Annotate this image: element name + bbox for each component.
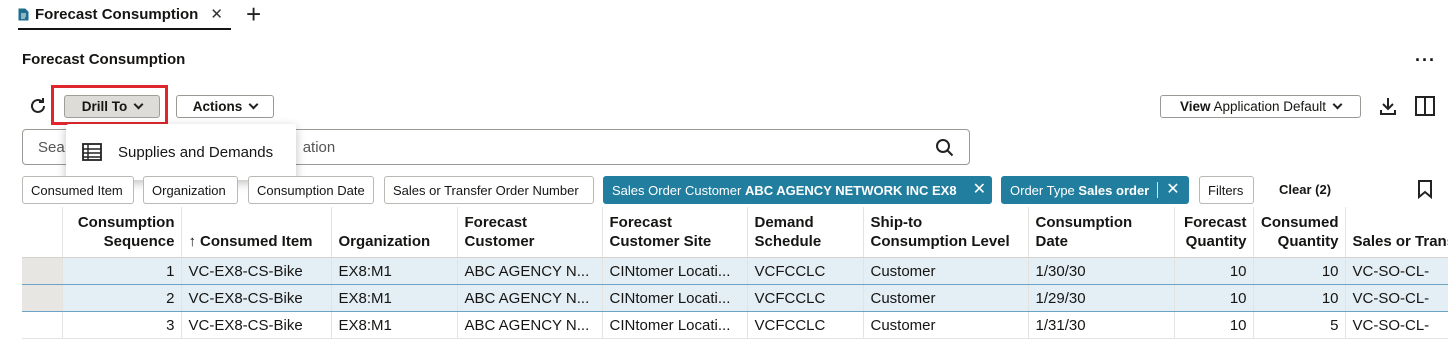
cell-org: EX8:M1: [331, 284, 458, 312]
cell-consumed-qty: 10: [1253, 284, 1346, 312]
cell-schedule: VCFCCLC: [747, 311, 864, 339]
header-label: Consumed Item: [200, 233, 313, 250]
cell-order: VC-SO-CL-: [1345, 257, 1448, 285]
drill-to-label: Drill To: [81, 99, 128, 114]
drill-to-menu-item-supplies-and-demands[interactable]: Supplies and Demands: [66, 124, 296, 180]
search-icon[interactable]: [935, 138, 955, 158]
cell-site: CINtomer Locati...: [602, 257, 748, 285]
search-text-end: ation: [302, 138, 336, 156]
view-selector[interactable]: View Application Default: [1160, 95, 1361, 118]
cell-org: EX8:M1: [331, 311, 458, 339]
cell-item: VC-EX8-CS-Bike: [181, 284, 332, 312]
chip-label: Consumption Date: [257, 182, 365, 198]
menu-item-label: Supplies and Demands: [118, 143, 274, 161]
chevron-down-icon: [248, 99, 259, 110]
more-options-icon[interactable]: ···: [1415, 50, 1436, 71]
cell-sequence: 3: [62, 311, 182, 339]
document-icon: [18, 8, 29, 21]
filter-chip-consumption-date[interactable]: Consumption Date: [248, 176, 374, 204]
cell-org: EX8:M1: [331, 257, 458, 285]
tab-forecast-consumption[interactable]: Forecast Consumption ✕: [18, 0, 231, 30]
cell-date: 1/29/30: [1028, 284, 1175, 312]
actions-button[interactable]: Actions: [176, 95, 274, 118]
column-header-consumption-date[interactable]: Consumption Date: [1028, 207, 1175, 258]
cell-item: VC-EX8-CS-Bike: [181, 311, 332, 339]
chip-label: Sales Order Customer ABC AGENCY NETWORK …: [612, 182, 957, 198]
column-header-forecast-quantity[interactable]: Forecast Quantity: [1174, 207, 1254, 258]
row-selector[interactable]: [22, 284, 63, 312]
column-header-organization[interactable]: Organization: [331, 207, 458, 258]
filter-chip-order-type[interactable]: Order Type Sales order ✕: [1001, 176, 1189, 204]
page-title: Forecast Consumption: [22, 51, 186, 68]
search-text-start: Sea: [38, 138, 65, 156]
new-tab-button[interactable]: +: [246, 1, 261, 27]
cell-consumed-qty: 10: [1253, 257, 1346, 285]
cell-consumed-qty: 5: [1253, 311, 1346, 339]
column-header-forecast-customer[interactable]: Forecast Customer: [457, 207, 603, 258]
filter-chip-organization[interactable]: Organization: [143, 176, 238, 204]
cell-customer: ABC AGENCY N...: [457, 284, 603, 312]
cell-order: VC-SO-CL-: [1345, 311, 1448, 339]
remove-filter-icon[interactable]: ✕: [1166, 182, 1179, 198]
filter-chip-sales-order-number[interactable]: Sales or Transfer Order Number: [384, 176, 594, 204]
column-header-consumption-sequence[interactable]: Consumption Sequence: [62, 207, 182, 258]
cell-date: 1/31/30: [1028, 311, 1175, 339]
column-header-demand-schedule[interactable]: Demand Schedule: [747, 207, 864, 258]
column-header-ship-to-consumption-level[interactable]: Ship-to Consumption Level: [863, 207, 1029, 258]
table-row[interactable]: 1 VC-EX8-CS-Bike EX8:M1 ABC AGENCY N... …: [22, 257, 1448, 285]
row-selector[interactable]: [22, 311, 63, 339]
download-icon[interactable]: [1378, 95, 1398, 117]
chip-label: Consumed Item: [31, 182, 123, 198]
cell-date: 1/30/30: [1028, 257, 1175, 285]
cell-order: VC-SO-CL-: [1345, 284, 1448, 312]
sort-ascending-icon: ↑: [188, 233, 197, 250]
chevron-down-icon: [1332, 99, 1343, 110]
cell-schedule: VCFCCLC: [747, 284, 864, 312]
table-row[interactable]: 3 VC-EX8-CS-Bike EX8:M1 ABC AGENCY N... …: [22, 311, 1448, 339]
view-label: View Application Default: [1179, 99, 1327, 114]
chip-label: Filters: [1208, 182, 1244, 198]
columns-icon[interactable]: [1414, 95, 1436, 117]
cell-item: VC-EX8-CS-Bike: [181, 257, 332, 285]
cell-sequence: 1: [62, 257, 182, 285]
cell-site: CINtomer Locati...: [602, 284, 748, 312]
chip-label: Sales or Transfer Order Number: [393, 182, 579, 198]
cell-site: CINtomer Locati...: [602, 311, 748, 339]
cell-forecast-qty: 10: [1174, 257, 1254, 285]
row-selector[interactable]: [22, 257, 63, 285]
filter-chip-consumed-item[interactable]: Consumed Item: [22, 176, 134, 204]
chip-label: Organization: [152, 182, 226, 198]
consumption-table: Consumption Sequence ↑ Consumed Item Orga…: [22, 207, 1448, 343]
cell-level: Customer: [863, 257, 1029, 285]
cell-customer: ABC AGENCY N...: [457, 311, 603, 339]
cell-level: Customer: [863, 284, 1029, 312]
filters-button[interactable]: Filters: [1199, 176, 1254, 204]
chip-separator: [1157, 182, 1159, 198]
column-header-forecast-customer-site[interactable]: Forecast Customer Site: [602, 207, 748, 258]
filter-chip-sales-order-customer[interactable]: Sales Order Customer ABC AGENCY NETWORK …: [603, 176, 992, 204]
column-header-consumed-item[interactable]: ↑ Consumed Item: [181, 207, 332, 258]
close-icon[interactable]: ✕: [210, 5, 223, 23]
table-icon: [82, 143, 102, 161]
column-header-sales-order-number[interactable]: Sales or Transfer Order Number: [1345, 207, 1448, 258]
row-selector-header: [22, 207, 63, 258]
actions-label: Actions: [192, 99, 243, 114]
bookmark-icon[interactable]: [1417, 179, 1433, 200]
tab-title: Forecast Consumption: [35, 5, 199, 23]
chip-label: Order Type Sales order: [1010, 182, 1150, 198]
refresh-icon[interactable]: [27, 95, 49, 117]
cell-customer: ABC AGENCY N...: [457, 257, 603, 285]
cell-forecast-qty: 10: [1174, 311, 1254, 339]
clear-filters-link[interactable]: Clear (2): [1279, 182, 1331, 197]
drill-to-button[interactable]: Drill To: [64, 95, 160, 118]
table-row[interactable]: 2 VC-EX8-CS-Bike EX8:M1 ABC AGENCY N... …: [22, 284, 1448, 312]
cell-forecast-qty: 10: [1174, 284, 1254, 312]
cell-sequence: 2: [62, 284, 182, 312]
cell-level: Customer: [863, 311, 1029, 339]
remove-filter-icon[interactable]: ✕: [973, 182, 986, 198]
column-header-consumed-quantity[interactable]: Consumed Quantity: [1253, 207, 1346, 258]
chevron-down-icon: [133, 99, 144, 110]
cell-schedule: VCFCCLC: [747, 257, 864, 285]
